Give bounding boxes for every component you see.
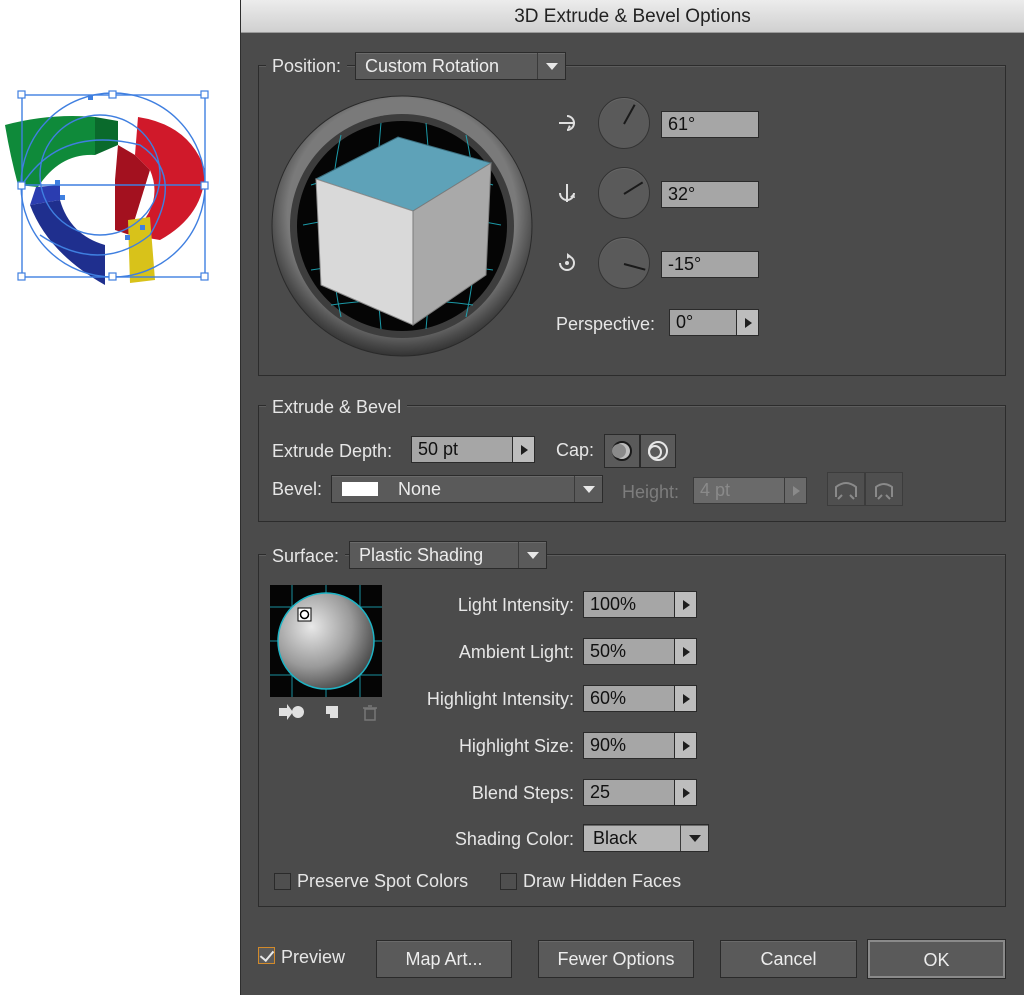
bevel-swatch-icon: [342, 482, 378, 496]
move-light-back-icon[interactable]: [277, 702, 305, 724]
highlight-size-label: Highlight Size:: [458, 736, 574, 756]
bevel-in-button[interactable]: [865, 472, 903, 506]
green-segment: [5, 116, 95, 187]
highlight-size-spin[interactable]: [675, 732, 697, 759]
height-label: Height:: [622, 482, 680, 502]
y-rotation-dial[interactable]: [598, 167, 650, 219]
new-light-icon[interactable]: [323, 704, 341, 722]
draw-hidden-faces-checkbox[interactable]: [500, 873, 517, 890]
x-rotation-dial[interactable]: [598, 97, 650, 149]
cap-off-icon: [648, 441, 668, 461]
blend-steps-spin[interactable]: [675, 779, 697, 806]
extrude-bevel-title: Extrude & Bevel: [266, 397, 408, 418]
z-axis-rotate-icon: [559, 253, 575, 271]
chevron-down-icon: [537, 53, 565, 79]
cap-on-button[interactable]: [604, 434, 640, 468]
z-rotation-dial[interactable]: [598, 237, 650, 289]
y-axis-rotate-icon: [559, 184, 575, 202]
shading-color-dropdown[interactable]: Black: [583, 824, 709, 852]
position-preset-value: Custom Rotation: [365, 56, 500, 76]
x-rotation-field[interactable]: 61°: [661, 111, 759, 138]
y-rotation-field[interactable]: 32°: [661, 181, 759, 208]
preserve-spot-colors-checkbox[interactable]: [274, 873, 291, 890]
map-art-button[interactable]: Map Art...: [376, 940, 512, 978]
ambient-light-label: Ambient Light:: [458, 642, 574, 662]
fewer-options-button[interactable]: Fewer Options: [538, 940, 694, 978]
highlight-intensity-spin[interactable]: [675, 685, 697, 712]
bevel-in-icon: [875, 483, 893, 500]
cancel-button[interactable]: Cancel: [720, 940, 857, 978]
preserve-spot-colors-label[interactable]: Preserve Spot Colors: [297, 871, 468, 892]
perspective-label: Perspective:: [556, 314, 656, 334]
z-rotation-field[interactable]: -15°: [661, 251, 759, 278]
bevel-label: Bevel:: [272, 479, 323, 499]
extrude-bevel-dialog: 3D Extrude & Bevel Options Position: Cus…: [240, 0, 1024, 995]
blend-steps-field[interactable]: 25: [583, 779, 675, 806]
dial-needle: [623, 104, 636, 125]
perspective-field[interactable]: 0°: [669, 309, 737, 336]
extrude-depth-spin[interactable]: [513, 436, 535, 463]
surface-label: Surface:: [266, 546, 346, 567]
draw-hidden-faces-label[interactable]: Draw Hidden Faces: [523, 871, 681, 892]
dial-needle: [623, 263, 646, 271]
surface-value: Plastic Shading: [359, 545, 484, 565]
cap-label: Cap:: [556, 440, 595, 460]
position-label: Position:: [266, 56, 348, 77]
dialog-title: 3D Extrude & Bevel Options: [241, 0, 1024, 33]
rotation-trackball[interactable]: [271, 95, 533, 357]
height-field[interactable]: 4 pt: [693, 477, 785, 504]
chevron-down-icon: [574, 476, 602, 502]
height-spin[interactable]: [785, 477, 807, 504]
ambient-light-spin[interactable]: [675, 638, 697, 665]
surface-dropdown[interactable]: Plastic Shading: [349, 541, 547, 569]
light-intensity-field[interactable]: 100%: [583, 591, 675, 618]
cap-on-icon: [612, 441, 632, 461]
dial-needle: [623, 181, 644, 195]
extrude-depth-label: Extrude Depth:: [272, 441, 393, 461]
light-intensity-spin[interactable]: [675, 591, 697, 618]
light-tools: [277, 702, 387, 724]
bevel-out-button[interactable]: [827, 472, 865, 506]
3d-artwork-selection[interactable]: [0, 85, 215, 295]
extrude-depth-field[interactable]: 50 pt: [411, 436, 513, 463]
ambient-light-field[interactable]: 50%: [583, 638, 675, 665]
bevel-value: None: [398, 479, 442, 499]
light-intensity-label: Light Intensity:: [457, 595, 574, 615]
highlight-intensity-label: Highlight Intensity:: [426, 689, 574, 709]
delete-light-icon: [363, 705, 377, 721]
highlight-size-field[interactable]: 90%: [583, 732, 675, 759]
chevron-down-icon: [518, 542, 546, 568]
perspective-spin[interactable]: [737, 309, 759, 336]
preview-checkbox[interactable]: [258, 947, 275, 964]
chevron-down-icon: [680, 825, 708, 851]
bevel-dropdown[interactable]: None: [331, 475, 603, 503]
shading-color-label: Shading Color:: [454, 829, 574, 849]
light-sphere-preview[interactable]: [270, 585, 382, 697]
shading-color-value: Black: [593, 828, 638, 848]
ok-button[interactable]: OK: [868, 940, 1005, 978]
preview-label[interactable]: Preview: [281, 947, 345, 968]
highlight-intensity-field[interactable]: 60%: [583, 685, 675, 712]
x-axis-rotate-icon: [559, 115, 575, 131]
bevel-out-icon: [835, 482, 857, 500]
position-preset-dropdown[interactable]: Custom Rotation: [355, 52, 566, 80]
blend-steps-label: Blend Steps:: [471, 783, 574, 803]
cap-off-button[interactable]: [640, 434, 676, 468]
